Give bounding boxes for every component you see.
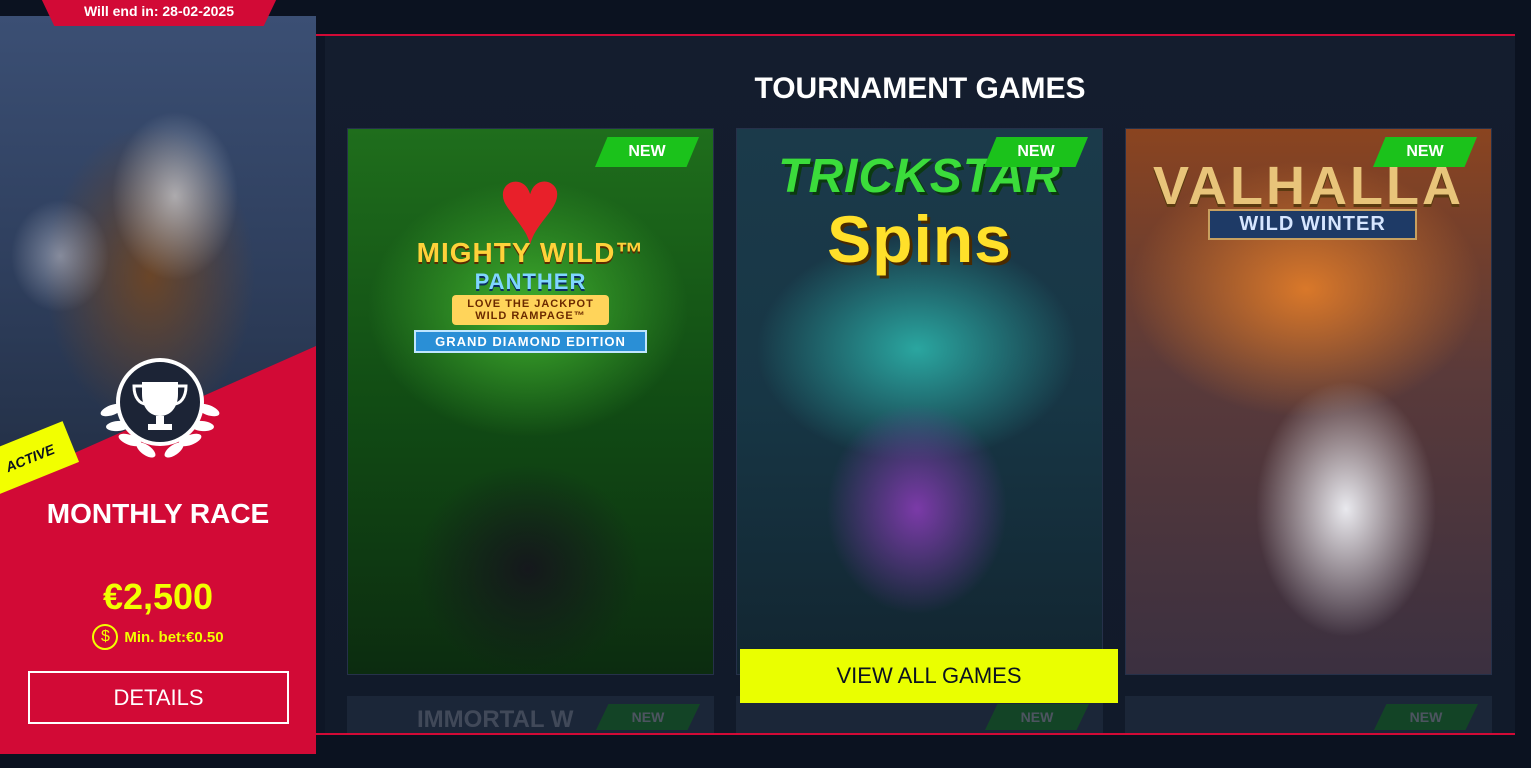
trophy-icon	[96, 354, 224, 462]
tournament-games-panel: TOURNAMENT GAMES ♥ MIGHTY WILD™ PANTHER …	[316, 34, 1515, 735]
tournament-card: MONTHLY RACE €2,500 $ Min. bet:€0.50 DET…	[0, 16, 316, 754]
game-tile-next-row[interactable]: IMMORTAL W NEW	[347, 696, 714, 733]
game-tile-trickstar-spins[interactable]: TRICKSTAR Spins NEW	[736, 128, 1103, 675]
game-logo-line1: MIGHTY WILD™	[416, 237, 645, 268]
game-logo-line2: Spins	[827, 202, 1012, 276]
new-badge: NEW	[595, 137, 699, 167]
min-bet: $ Min. bet:€0.50	[0, 624, 316, 650]
prize-amount: €2,500	[102, 576, 214, 617]
game-tile-valhalla-wild-winter[interactable]: VALHALLA WILD WINTER NEW	[1125, 128, 1492, 675]
game-logo-line2: PANTHER	[474, 269, 587, 294]
min-bet-label: Min. bet:€0.50	[124, 628, 224, 646]
new-badge: NEW	[596, 704, 700, 730]
race-title: MONTHLY RACE	[46, 498, 270, 529]
details-button[interactable]: DETAILS	[28, 671, 289, 724]
new-badge: NEW	[1373, 137, 1477, 167]
panel-title: TOURNAMENT GAMES	[754, 72, 1086, 105]
new-badge: NEW	[985, 704, 1089, 730]
game-logo-line3: LOVE THE JACKPOT WILD RAMPAGE™	[452, 295, 609, 325]
new-badge: NEW	[984, 137, 1088, 167]
new-badge: NEW	[1374, 704, 1478, 730]
game-logo-line4: GRAND DIAMOND EDITION	[414, 330, 647, 353]
view-all-games-button[interactable]: VIEW ALL GAMES	[740, 649, 1118, 703]
panel-body: TOURNAMENT GAMES ♥ MIGHTY WILD™ PANTHER …	[325, 36, 1515, 733]
game-tile-title: IMMORTAL W	[417, 706, 574, 733]
game-tile-mighty-wild-panther[interactable]: ♥ MIGHTY WILD™ PANTHER LOVE THE JACKPOT …	[347, 128, 714, 675]
coin-icon: $	[92, 624, 119, 650]
game-logo-line2: WILD WINTER	[1208, 209, 1417, 240]
game-tile-next-row[interactable]: NEW	[1125, 696, 1492, 733]
end-date-banner: Will end in: 28-02-2025	[40, 0, 278, 26]
